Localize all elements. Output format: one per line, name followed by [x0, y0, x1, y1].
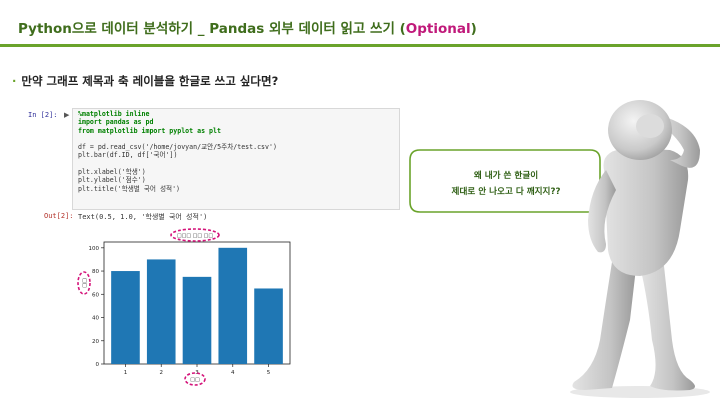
figure-hand [636, 114, 664, 138]
thinking-figure-illustration [570, 100, 710, 398]
figure-right-leg [640, 266, 695, 391]
figure-left-leg [572, 262, 636, 390]
figure-torso [603, 148, 689, 276]
